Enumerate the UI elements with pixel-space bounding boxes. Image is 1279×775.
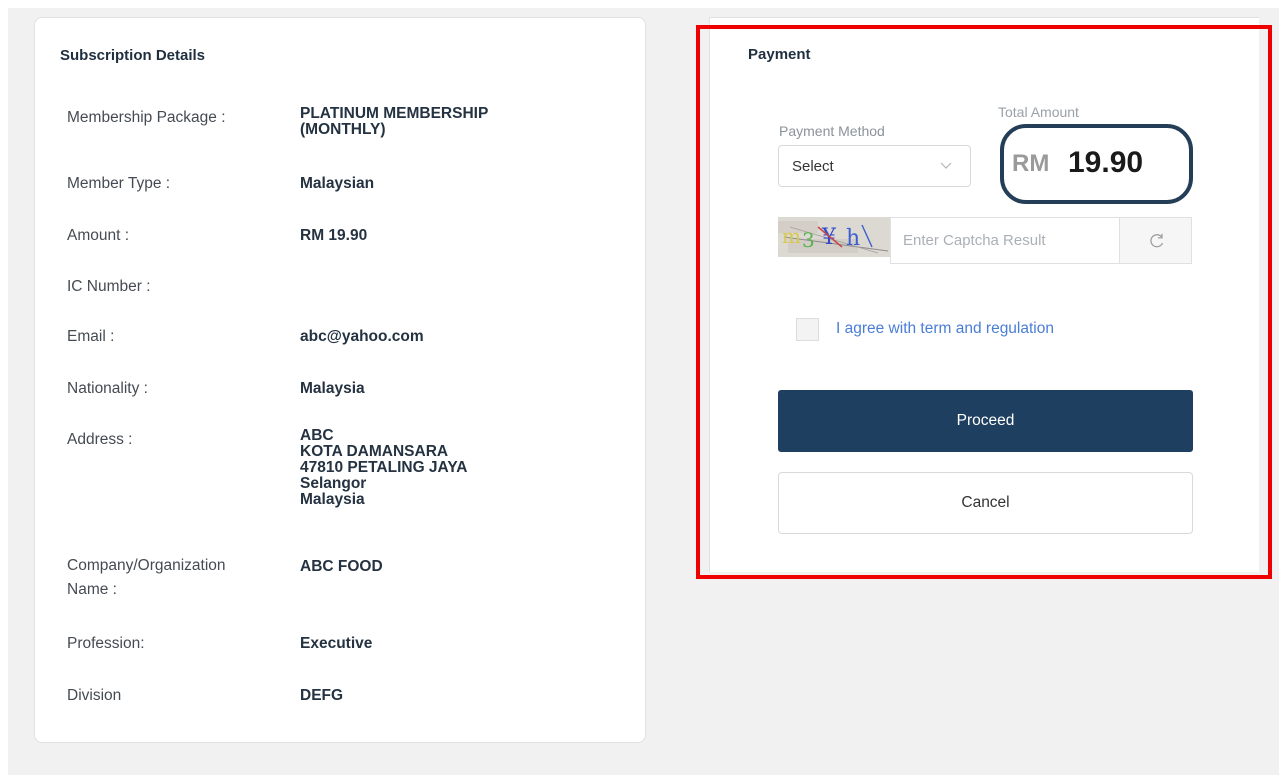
subscription-details-card: Subscription Details Membership Package … <box>34 17 646 743</box>
captcha-input[interactable] <box>890 217 1119 264</box>
svg-text:h: h <box>846 226 860 251</box>
email-label: Email : <box>67 328 115 345</box>
svg-text:m: m <box>782 224 801 248</box>
total-currency: RM <box>1012 150 1050 177</box>
payment-method-label: Payment Method <box>779 123 885 139</box>
amount-label: Amount : <box>67 227 130 244</box>
email-value: abc@yahoo.com <box>300 328 424 345</box>
captcha-refresh-button[interactable] <box>1119 217 1192 264</box>
nationality-label: Nationality : <box>67 380 148 397</box>
member-type-label: Member Type : <box>67 175 171 192</box>
captcha-image: m 3 ¥ h <box>778 217 891 257</box>
nationality-value: Malaysia <box>300 380 365 397</box>
profession-value: Executive <box>300 635 373 652</box>
division-label: Division <box>67 687 122 704</box>
agree-terms-link[interactable]: I agree with term and regulation <box>836 320 1054 338</box>
chevron-down-icon <box>940 162 952 169</box>
address-value: ABC KOTA DAMANSARA 47810 PETALING JAYA S… <box>300 427 468 508</box>
svg-text:3: 3 <box>802 228 815 252</box>
cancel-button[interactable]: Cancel <box>778 472 1193 534</box>
total-amount-label: Total Amount <box>998 104 1079 120</box>
ic-number-label: IC Number : <box>67 278 151 295</box>
payment-title: Payment <box>748 46 811 63</box>
details-title: Subscription Details <box>60 47 206 64</box>
total-amount-value: 19.90 <box>1068 146 1144 179</box>
payment-method-select[interactable]: Select <box>778 145 971 187</box>
member-type-value: Malaysian <box>300 175 375 192</box>
proceed-button[interactable]: Proceed <box>778 390 1193 452</box>
company-value: ABC FOOD <box>300 558 383 575</box>
profession-label: Profession: <box>67 635 145 652</box>
address-label: Address : <box>67 431 133 448</box>
refresh-icon <box>1150 233 1164 248</box>
total-amount-box: RM 19.90 <box>1000 124 1193 204</box>
division-value: DEFG <box>300 687 344 704</box>
amount-value: RM 19.90 <box>300 227 368 244</box>
membership-package-value: PLATINUM MEMBERSHIP (MONTHLY) <box>300 105 489 138</box>
payment-method-selected: Select <box>792 158 834 175</box>
agree-checkbox[interactable] <box>796 318 819 341</box>
company-label: Company/Organization Name : <box>67 557 226 598</box>
svg-text:¥: ¥ <box>821 225 837 250</box>
membership-package-label: Membership Package : <box>67 109 226 126</box>
